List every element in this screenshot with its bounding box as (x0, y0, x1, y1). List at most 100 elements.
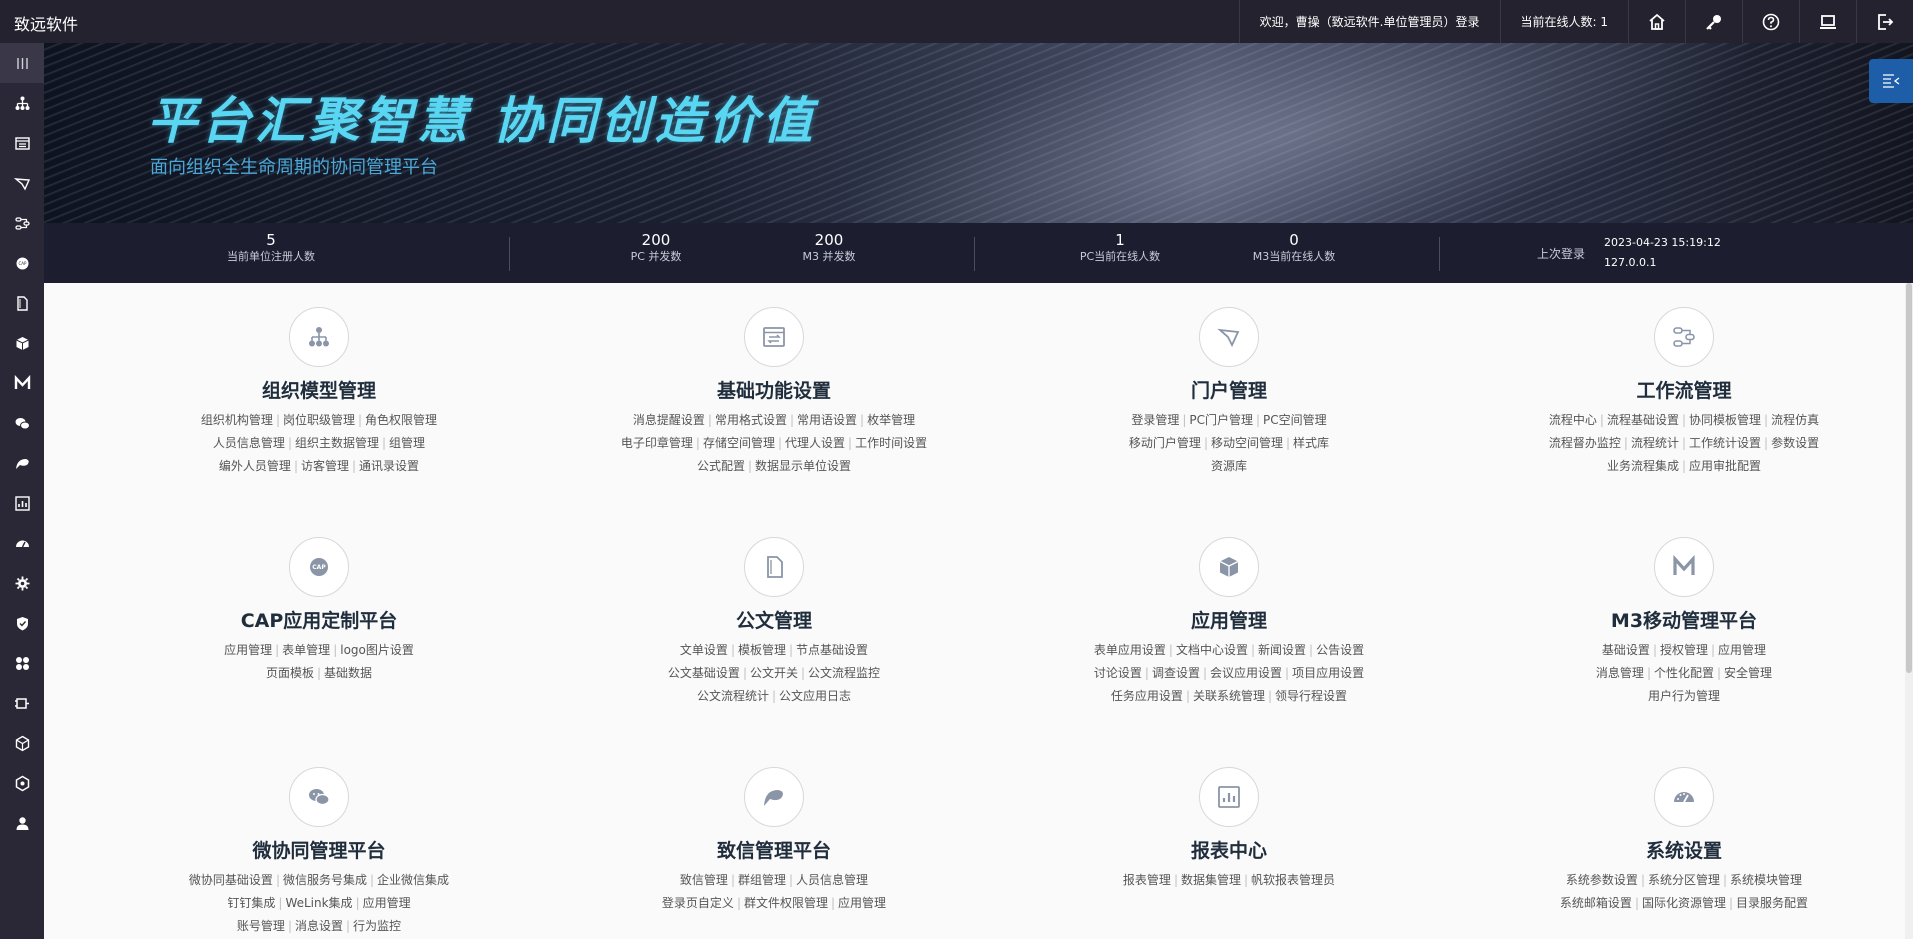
cube-icon[interactable] (1199, 537, 1259, 597)
module-title[interactable]: 致信管理平台 (544, 839, 1004, 863)
report-icon[interactable] (1199, 767, 1259, 827)
module-link[interactable]: 常用语设置 (797, 413, 857, 427)
module-link[interactable]: 安全管理 (1724, 666, 1772, 680)
module-link[interactable]: 登录页自定义 (662, 896, 734, 910)
zhixin-icon[interactable] (744, 767, 804, 827)
module-title[interactable]: 门户管理 (999, 379, 1459, 403)
module-title[interactable]: 系统设置 (1454, 839, 1913, 863)
module-link[interactable]: PC门户管理 (1189, 413, 1253, 427)
module-title[interactable]: CAP应用定制平台 (89, 609, 549, 633)
module-link[interactable]: 移动空间管理 (1211, 436, 1283, 450)
module-link[interactable]: 工作统计设置 (1689, 436, 1761, 450)
module-link[interactable]: 微信服务号集成 (283, 873, 367, 887)
hexagon-alt-icon[interactable] (0, 763, 44, 803)
module-link[interactable]: 系统模块管理 (1730, 873, 1802, 887)
module-link[interactable]: 企业微信集成 (377, 873, 449, 887)
module-link[interactable]: 系统参数设置 (1566, 873, 1638, 887)
shield-icon[interactable] (0, 603, 44, 643)
module-link[interactable]: 账号管理 (237, 919, 285, 933)
module-link[interactable]: 行为监控 (353, 919, 401, 933)
module-link[interactable]: 通讯录设置 (359, 459, 419, 473)
module-link[interactable]: 流程中心 (1549, 413, 1597, 427)
cube-icon[interactable] (0, 323, 44, 363)
module-link[interactable]: 系统邮箱设置 (1560, 896, 1632, 910)
module-title[interactable]: 工作流管理 (1454, 379, 1913, 403)
plugin-icon[interactable] (0, 683, 44, 723)
module-link[interactable]: 组织机构管理 (201, 413, 273, 427)
module-link[interactable]: 流程统计 (1631, 436, 1679, 450)
key-icon[interactable] (1685, 0, 1742, 43)
module-link[interactable]: 节点基础设置 (796, 643, 868, 657)
module-link[interactable]: 岗位职级管理 (283, 413, 355, 427)
module-title[interactable]: 微协同管理平台 (89, 839, 549, 863)
module-link[interactable]: 公文基础设置 (668, 666, 740, 680)
scroll-thumb[interactable] (1906, 283, 1912, 673)
module-link[interactable]: 任务应用设置 (1111, 689, 1183, 703)
scrollbar[interactable] (1905, 283, 1913, 939)
module-link[interactable]: 表单应用设置 (1094, 643, 1166, 657)
module-link[interactable]: 资源库 (1211, 459, 1247, 473)
module-link[interactable]: 消息提醒设置 (633, 413, 705, 427)
module-link[interactable]: 公文流程统计 (697, 689, 769, 703)
module-link[interactable]: 编外人员管理 (219, 459, 291, 473)
module-link[interactable]: 会议应用设置 (1210, 666, 1282, 680)
document-icon[interactable] (744, 537, 804, 597)
portal-icon[interactable] (0, 163, 44, 203)
form-icon[interactable] (0, 123, 44, 163)
zhixin-icon[interactable] (0, 443, 44, 483)
form-icon[interactable] (744, 307, 804, 367)
module-link[interactable]: 参数设置 (1771, 436, 1819, 450)
module-link[interactable]: 应用审批配置 (1689, 459, 1761, 473)
workflow-icon[interactable] (0, 203, 44, 243)
module-link[interactable]: 协同模板管理 (1689, 413, 1761, 427)
module-link[interactable]: 代理人设置 (785, 436, 845, 450)
module-link[interactable]: 新闻设置 (1258, 643, 1306, 657)
module-link[interactable]: 个性化配置 (1654, 666, 1714, 680)
module-link[interactable]: 应用管理 (224, 643, 272, 657)
help-icon[interactable] (1742, 0, 1799, 43)
module-link[interactable]: 移动门户管理 (1129, 436, 1201, 450)
module-link[interactable]: 系统分区管理 (1648, 873, 1720, 887)
module-link[interactable]: 公文开关 (750, 666, 798, 680)
module-link[interactable]: 基础数据 (324, 666, 372, 680)
module-link[interactable]: PC空间管理 (1263, 413, 1327, 427)
module-link[interactable]: 组管理 (389, 436, 425, 450)
module-link[interactable]: 电子印章管理 (621, 436, 693, 450)
module-link[interactable]: 基础设置 (1602, 643, 1650, 657)
module-link[interactable]: 工作时间设置 (855, 436, 927, 450)
module-link[interactable]: 流程督办监控 (1549, 436, 1621, 450)
apps-icon[interactable] (0, 643, 44, 683)
module-link[interactable]: 帆软报表管理员 (1251, 873, 1335, 887)
module-link[interactable]: 流程仿真 (1771, 413, 1819, 427)
gear-icon[interactable] (0, 563, 44, 603)
module-link[interactable]: 公式配置 (697, 459, 745, 473)
module-link[interactable]: 访客管理 (301, 459, 349, 473)
module-link[interactable]: 消息管理 (1596, 666, 1644, 680)
portal-icon[interactable] (1199, 307, 1259, 367)
home-icon[interactable] (1628, 0, 1685, 43)
menu-icon[interactable] (0, 43, 44, 83)
module-link[interactable]: 项目应用设置 (1292, 666, 1364, 680)
module-title[interactable]: 报表中心 (999, 839, 1459, 863)
m3-icon[interactable] (0, 363, 44, 403)
module-link[interactable]: 微协同基础设置 (189, 873, 273, 887)
module-link[interactable]: 枚举管理 (867, 413, 915, 427)
module-link[interactable]: 常用格式设置 (715, 413, 787, 427)
dashboard-icon[interactable] (1654, 767, 1714, 827)
cap-icon[interactable]: CAP (0, 243, 44, 283)
m3-icon[interactable] (1654, 537, 1714, 597)
module-title[interactable]: 基础功能设置 (544, 379, 1004, 403)
module-link[interactable]: 应用管理 (1718, 643, 1766, 657)
wechat-icon[interactable] (289, 767, 349, 827)
module-link[interactable]: 组织主数据管理 (295, 436, 379, 450)
module-link[interactable]: 公文流程监控 (808, 666, 880, 680)
module-link[interactable]: 人员信息管理 (796, 873, 868, 887)
module-link[interactable]: 消息设置 (295, 919, 343, 933)
desktop-icon[interactable] (1799, 0, 1856, 43)
module-link[interactable]: 钉钉集成 (227, 896, 275, 910)
module-link[interactable]: 应用管理 (838, 896, 886, 910)
module-link[interactable]: 页面模板 (266, 666, 314, 680)
module-link[interactable]: 数据集管理 (1181, 873, 1241, 887)
hexagon-icon[interactable] (0, 723, 44, 763)
module-link[interactable]: 报表管理 (1123, 873, 1171, 887)
